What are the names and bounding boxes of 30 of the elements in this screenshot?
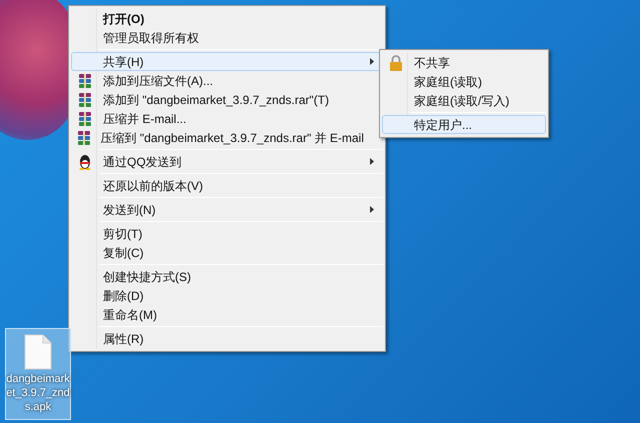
archive-books-icon	[77, 92, 93, 108]
penguin-icon	[78, 154, 92, 170]
menu-item[interactable]: 发送到(N)	[71, 200, 383, 219]
menu-item[interactable]: 家庭组(读取/写入)	[382, 91, 546, 110]
menu-item[interactable]: 管理员取得所有权	[71, 28, 383, 47]
menu-item[interactable]: 重命名(M)	[71, 305, 383, 324]
menu-item[interactable]: 创建快捷方式(S)	[71, 267, 383, 286]
archive-books-icon	[77, 72, 93, 88]
archive-books-icon	[77, 110, 93, 126]
menu-item[interactable]: 压缩并 E-mail...	[71, 109, 383, 128]
blank-file-icon	[24, 334, 52, 370]
submenu-arrow-icon	[370, 158, 374, 165]
archive-books-icon	[76, 130, 92, 146]
menu-item[interactable]: 家庭组(读取)	[382, 72, 546, 91]
menu-item[interactable]: 剪切(T)	[71, 224, 383, 243]
menu-item[interactable]: 通过QQ发送到	[71, 152, 383, 171]
menu-item[interactable]: 添加到压缩文件(A)...	[71, 71, 383, 90]
menu-item[interactable]: 添加到 "dangbeimarket_3.9.7_znds.rar"(T)	[71, 90, 383, 109]
menu-item[interactable]: 不共享	[382, 53, 546, 72]
menu-item[interactable]: 压缩到 "dangbeimarket_3.9.7_znds.rar" 并 E-mail	[71, 128, 383, 147]
padlock-icon	[389, 54, 403, 70]
menu-item[interactable]: 属性(R)	[71, 329, 383, 348]
submenu-arrow-icon	[370, 58, 374, 65]
menu-item[interactable]: 删除(D)	[71, 286, 383, 305]
file-name-label: dangbeimarket_3.9.7_znds.apk	[6, 372, 70, 414]
menu-item[interactable]: 特定用户...	[382, 115, 546, 134]
menu-item[interactable]: 复制(C)	[71, 243, 383, 262]
menu-item[interactable]: 还原以前的版本(V)	[71, 176, 383, 195]
menu-item[interactable]: 打开(O)	[71, 9, 383, 28]
submenu-arrow-icon	[370, 206, 374, 213]
